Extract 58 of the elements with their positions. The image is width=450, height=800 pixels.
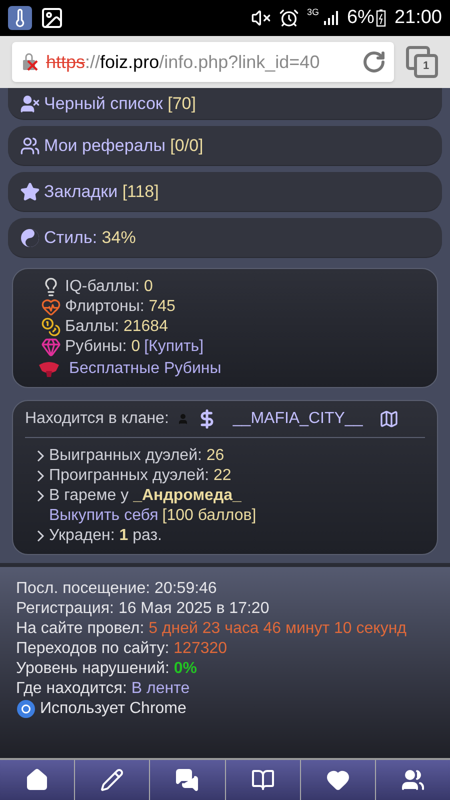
heart-icon [326,768,350,792]
info-line: Где находится: В ленте [16,679,191,699]
people-icon [400,768,425,792]
menu-item[interactable]: Стиль: 34% [8,218,442,258]
chat-icon [175,768,200,792]
info-line: Посл. посещение: 20:59:46 [16,579,218,599]
url-text: https://foiz.pro/info.php?link_id=40 [46,50,320,74]
user-x-icon [20,94,40,114]
address-bar[interactable]: https://foiz.pro/info.php?link_id=40 [12,42,394,82]
buy-link[interactable]: [Купить] [144,337,204,357]
insecure-lock-icon [20,52,40,72]
signal-icon [322,10,339,26]
gem-icon [41,337,61,357]
network-type: 3G [306,6,319,19]
buyout-price: [100 баллов] [162,506,256,526]
map-icon [378,409,399,429]
alarm-icon [278,8,299,28]
battery-percent: 6% [346,6,374,30]
duel-stat: Выигранных дуэлей: 26 [49,446,224,466]
buyout-link[interactable]: Выкупить себя [49,506,158,526]
figure-icon [176,413,189,425]
stolen-text: Украден: 1 раз. [49,526,162,546]
chevron-icon [37,490,45,502]
balance-text: Рубины: 0 [65,337,140,357]
battery-icon [376,9,386,27]
info-line: Переходов по сайту: 127320 [16,639,228,659]
heart-pulse-icon [41,297,61,317]
menu-item[interactable]: Мои рефералы [0/0] [8,126,442,166]
chevron-icon [37,530,45,542]
balance-text: IQ-баллы: 0 [65,277,153,297]
yin-yang-icon [20,228,40,248]
home-icon [25,768,50,792]
image-icon [40,6,64,30]
menu-item[interactable]: Закладки [118] [8,172,442,212]
clan-link[interactable]: __MAFIA_CITY__ [232,409,363,429]
duel-stat: Проигранных дуэлей: 22 [49,466,232,486]
star-icon [20,182,40,202]
clan-label: Находится в клане: [25,409,169,429]
browser-logo-icon [16,699,36,719]
info-line: Использует Chrome [40,699,186,719]
pencil-icon [100,768,124,792]
free-rubies-link[interactable]: Бесплатные Рубины [69,359,222,379]
thermometer-icon [8,6,32,30]
balance-text: Флиртоны: 745 [65,297,176,317]
clock: 21:00 [394,6,442,30]
info-line: На сайте провел: 5 дней 23 часа 46 минут 10 секунд [16,619,408,639]
coins-icon [41,317,61,337]
menu-item[interactable]: Черный список [70] [8,88,442,120]
chevron-icon [37,470,45,482]
balance-text: Баллы: 21684 [65,317,168,337]
mute-icon [250,8,271,28]
harem-text: В гареме у _Андромеда_ [49,486,242,506]
users-icon [20,136,40,156]
chevron-icon [37,450,45,462]
reload-icon[interactable] [362,50,386,74]
info-line: Регистрация: 16 Мая 2025 в 17:20 [16,599,270,619]
book-icon [250,768,275,792]
info-line: Уровень нарушений: 0% [16,659,198,679]
